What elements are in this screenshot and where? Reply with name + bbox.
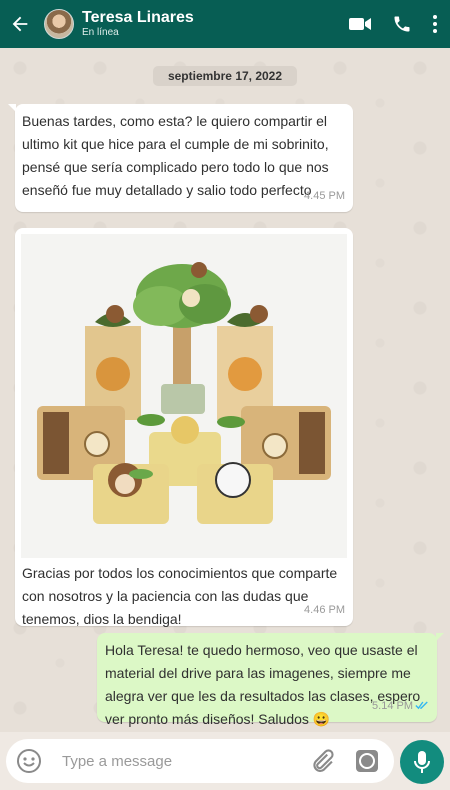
avatar[interactable]: [44, 9, 74, 39]
chat-header: Teresa Linares En línea: [0, 0, 450, 48]
contact-info[interactable]: Teresa Linares En línea: [82, 9, 194, 39]
read-receipt-icon: [415, 694, 429, 717]
contact-name: Teresa Linares: [82, 9, 194, 26]
message-input[interactable]: Type a message: [62, 753, 308, 770]
camera-icon[interactable]: [354, 748, 380, 774]
message-time: 4.45 PM: [304, 190, 345, 202]
image-caption: Gracias por todos los conocimientos que …: [22, 565, 338, 627]
incoming-image-message[interactable]: Gracias por todos los conocimientos que …: [15, 228, 353, 627]
incoming-message[interactable]: Buenas tardes, como esta? le quiero comp…: [8, 104, 353, 212]
chat-area[interactable]: septiembre 17, 2022 Buenas tardes, como …: [0, 48, 450, 732]
back-arrow-icon[interactable]: [2, 0, 38, 48]
contact-status: En línea: [82, 27, 119, 38]
message-input-box[interactable]: Type a message: [6, 739, 394, 783]
message-time: 5.14 PM: [372, 700, 413, 712]
mic-button[interactable]: [400, 740, 444, 784]
message-time: 4.46 PM: [304, 604, 345, 616]
more-vert-icon[interactable]: [432, 14, 438, 34]
mic-icon: [414, 751, 430, 773]
video-call-icon[interactable]: [348, 16, 372, 32]
date-chip: septiembre 17, 2022: [153, 66, 297, 86]
attach-icon[interactable]: [308, 747, 336, 775]
outgoing-message[interactable]: Hola Teresa! te quedo hermoso, veo que u…: [97, 633, 444, 727]
phone-icon[interactable]: [392, 14, 412, 34]
input-bar: Type a message: [0, 732, 450, 790]
emoji-icon[interactable]: [16, 748, 42, 774]
shared-photo[interactable]: [21, 234, 347, 558]
message-text: Buenas tardes, como esta? le quiero comp…: [22, 113, 329, 198]
